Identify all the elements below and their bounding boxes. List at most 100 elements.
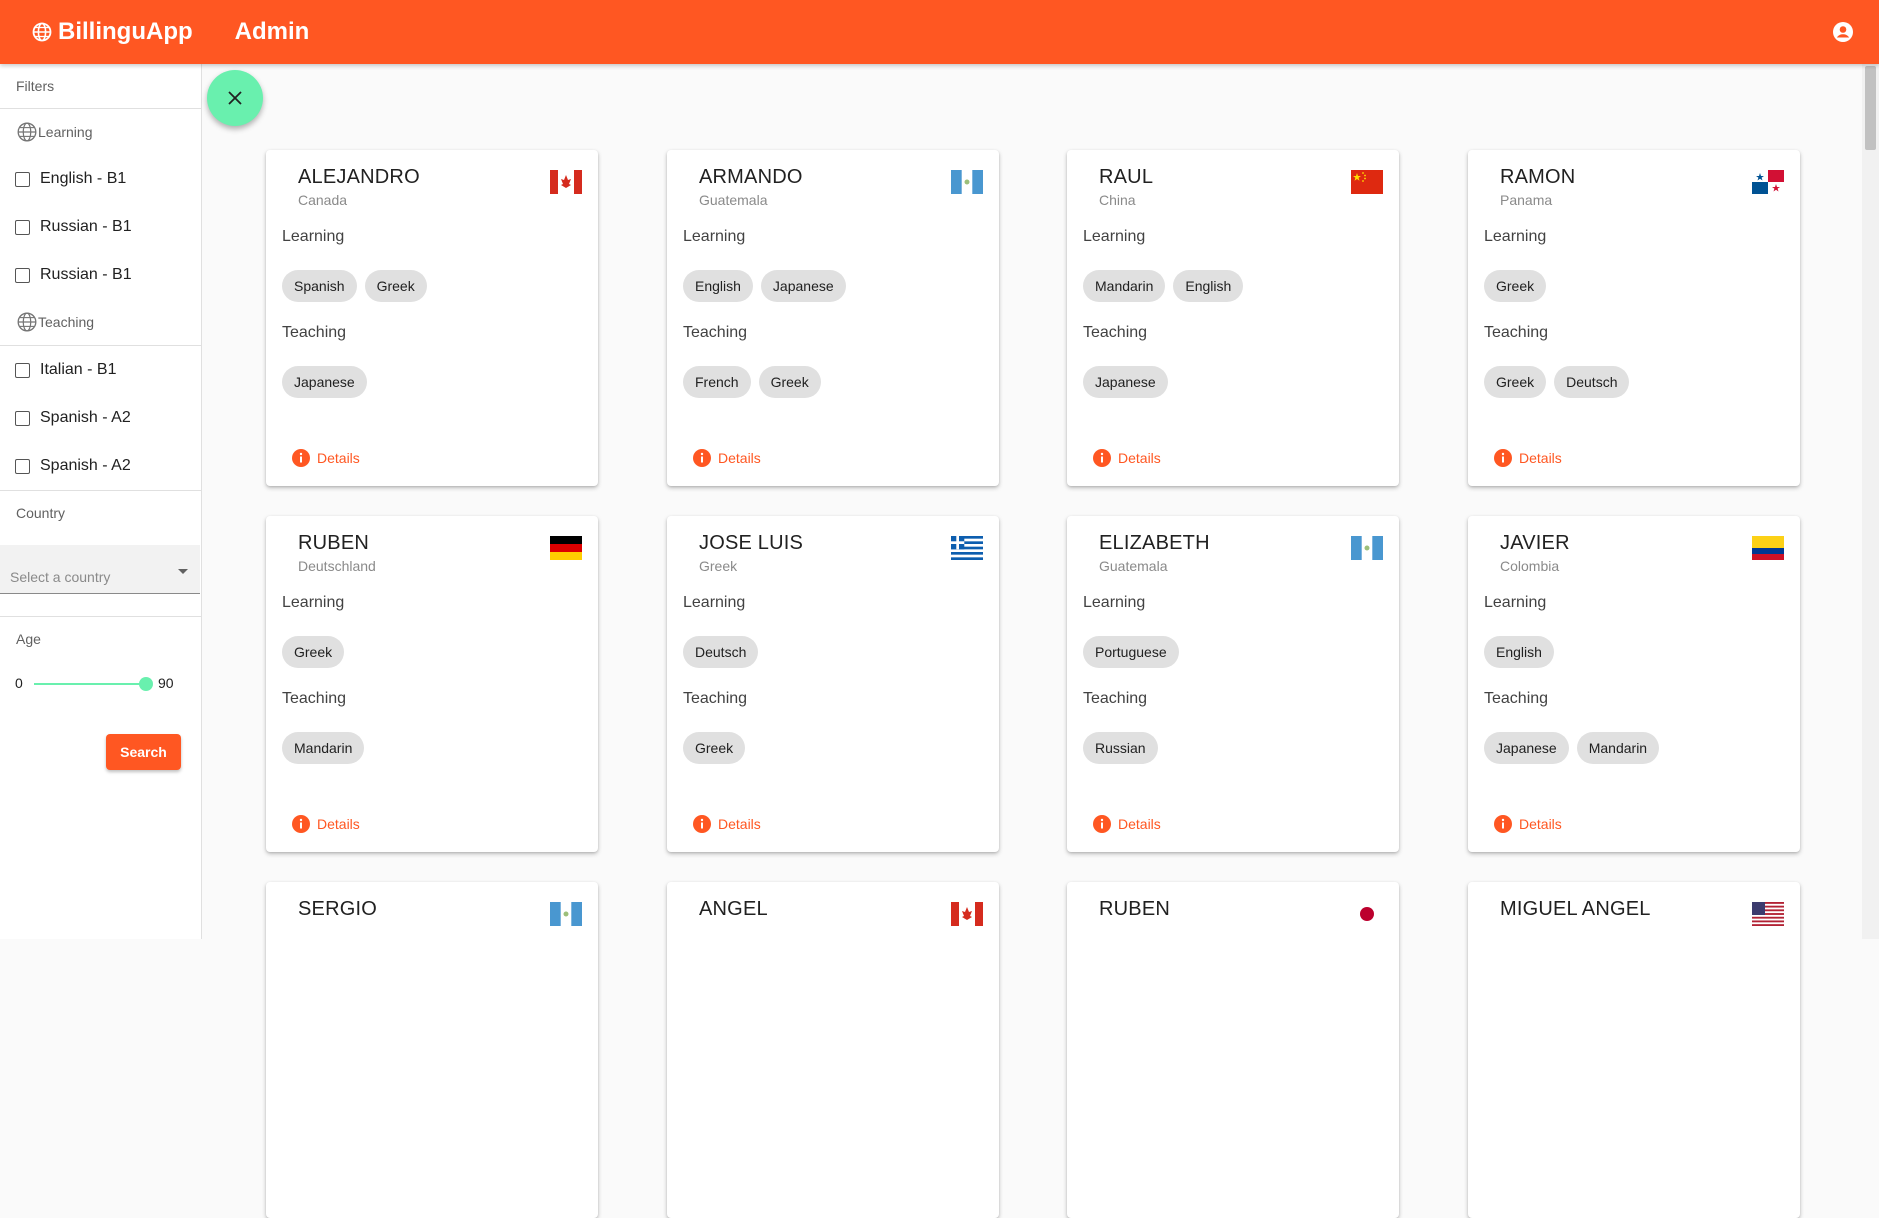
search-button[interactable]: Search [106,734,181,770]
learning-heading: Learning [38,124,93,140]
details-button[interactable]: Details [291,448,360,468]
brand[interactable]: BillinguApp [32,18,193,46]
details-button[interactable]: Details [291,814,360,834]
china-flag-icon [1351,170,1383,194]
learning-chips: Portuguese [1083,636,1179,668]
teaching-label: Teaching [683,324,748,341]
info-icon [292,815,310,833]
account-circle-icon[interactable] [1831,20,1855,49]
language-chip[interactable]: Japanese [760,270,846,302]
language-chip[interactable]: Spanish [282,270,357,302]
details-label: Details [1519,816,1562,832]
section-title[interactable]: Admin [235,18,310,46]
country-select[interactable]: Select a country [0,545,200,594]
language-chip[interactable]: Mandarin [282,732,365,764]
close-fab[interactable] [207,70,263,126]
profile-country: Greek [699,558,738,574]
language-chip[interactable]: English [683,270,753,302]
checkbox[interactable] [15,219,30,235]
details-label: Details [1118,816,1161,832]
info-icon [693,815,711,833]
checkbox[interactable] [15,267,30,283]
scrollbar-thumb[interactable] [1865,66,1876,150]
country-heading: Country [16,505,66,521]
checkbox[interactable] [15,362,30,378]
language-chip[interactable]: Greek [1484,270,1547,302]
teaching-label: Teaching [282,324,347,341]
teaching-label: Teaching [1083,690,1148,707]
canada-flag-icon [550,170,582,194]
teaching-chips: Japanese [1083,366,1168,398]
filter-label: Italian - B1 [40,361,117,378]
details-button[interactable]: Details [1493,448,1562,468]
filter-label: Spanish - A2 [40,409,131,426]
language-chip[interactable]: Greek [683,732,746,764]
slider-thumb[interactable] [139,677,153,691]
learning-chips: Spanish Greek [282,270,427,302]
language-chip[interactable]: English [1173,270,1244,302]
checkbox[interactable] [15,410,30,426]
filter-checkbox-teaching-2[interactable]: Spanish - A2 [0,394,201,442]
learning-group-heading: Learning [0,109,201,155]
teaching-chips: Japanese [282,366,367,398]
filter-checkbox-learning-1[interactable]: English - B1 [0,155,201,203]
slider-track[interactable] [34,683,146,685]
filter-checkbox-learning-3[interactable]: Russian - B1 [0,251,201,299]
profile-country: China [1099,192,1136,208]
globe-icon [32,22,52,42]
profile-name: SERGIO [298,898,377,920]
language-chip[interactable]: Japanese [1083,366,1168,398]
profile-card: RAUL China Learning Mandarin English Teaching… [1067,150,1399,486]
profile-card: ELIZABETH Guatemala Learning Portuguese Teac… [1067,516,1399,852]
filter-checkbox-teaching-1[interactable]: Italian - B1 [0,346,201,394]
checkbox[interactable] [15,458,30,474]
brand-name: BillinguApp [58,18,193,45]
learning-label: Learning [1484,228,1547,245]
profile-country: Canada [298,192,348,208]
panama-flag-icon [1752,170,1784,194]
language-chip[interactable]: Japanese [1484,732,1569,764]
language-chip[interactable]: Portuguese [1083,636,1179,668]
language-chip[interactable]: Greek [758,366,821,398]
profile-card: ANGEL [667,882,999,1218]
profile-card: ARMANDO Guatemala Learning English Japanese T… [667,150,999,486]
profile-name: ALEJANDRO [298,166,420,188]
profile-name: RUBEN [1099,898,1171,920]
language-chip[interactable]: Deutsch [1554,366,1630,398]
profile-card: ALEJANDRO Canada Learning Spanish Greek Teach… [266,150,598,486]
language-chip[interactable]: French [683,366,751,398]
language-chip[interactable]: Deutsch [683,636,759,668]
details-button[interactable]: Details [1092,448,1161,468]
teaching-chips: Mandarin [282,732,365,764]
profile-name: RUBEN [298,532,370,554]
language-chip[interactable]: Japanese [282,366,367,398]
filter-checkbox-learning-2[interactable]: Russian - B1 [0,203,201,251]
profile-country: Deutschland [298,558,376,574]
filter-label: English - B1 [40,170,127,187]
scrollbar[interactable] [1862,64,1879,939]
filter-checkbox-teaching-3[interactable]: Spanish - A2 [0,442,201,490]
language-chip[interactable]: Mandarin [1576,732,1660,764]
learning-chips: English Japanese [683,270,846,302]
language-chip[interactable]: English [1484,636,1554,668]
language-chip[interactable]: Mandarin [1083,270,1166,302]
learning-label: Learning [683,594,746,611]
details-button[interactable]: Details [1092,814,1161,834]
profile-country: Panama [1500,192,1553,208]
learning-chips: English [1484,636,1554,668]
guatemala-flag-icon [550,902,582,926]
details-button[interactable]: Details [1493,814,1562,834]
details-button[interactable]: Details [692,814,761,834]
learning-chips: Mandarin English [1083,270,1244,302]
japan-flag-icon [1351,902,1383,926]
profile-name: RAUL [1099,166,1154,188]
details-button[interactable]: Details [692,448,761,468]
language-chip[interactable]: Russian [1083,732,1158,764]
language-chip[interactable]: Greek [364,270,427,302]
language-chip[interactable]: Greek [1484,366,1547,398]
checkbox[interactable] [15,171,30,187]
language-chip[interactable]: Greek [282,636,345,668]
age-range-slider[interactable]: 0 90 [0,669,201,699]
guatemala-flag-icon [1351,536,1383,560]
profile-card: RAMON Panama Learning Greek Teaching Greek Deu… [1468,150,1800,486]
